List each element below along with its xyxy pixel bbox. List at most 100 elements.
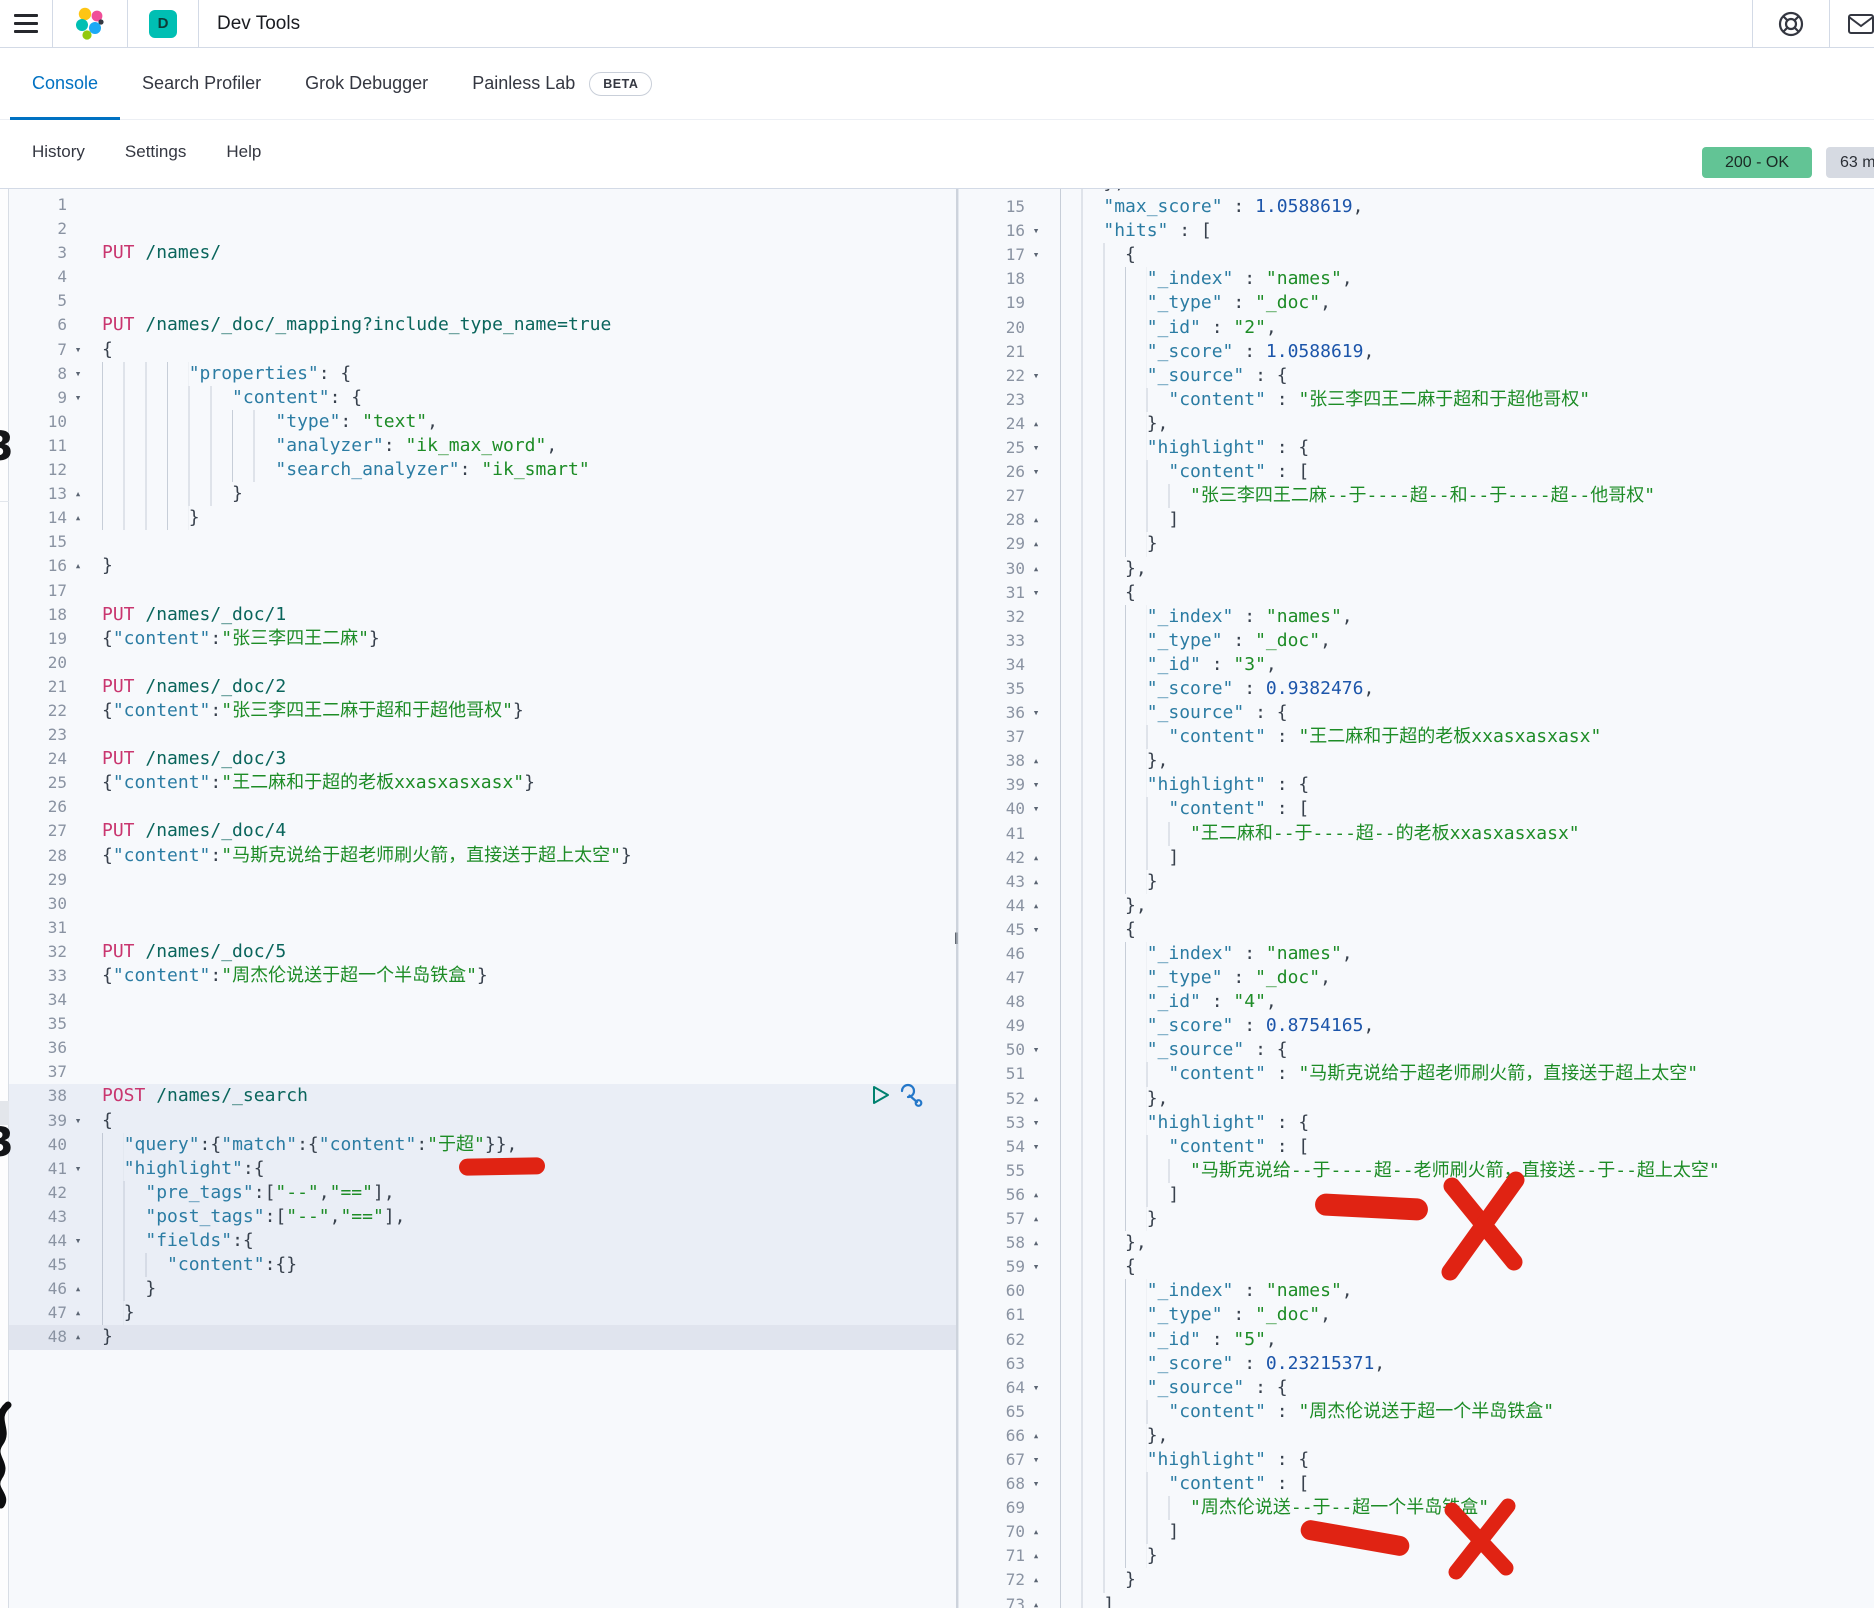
code-line[interactable]: 40▾ "content" : [ <box>959 797 1874 821</box>
fold-closed-icon[interactable]: ▴ <box>67 482 89 506</box>
code-line[interactable]: 34 "_id" : "3", <box>959 653 1874 677</box>
code-line[interactable]: 36 <box>9 1036 956 1060</box>
tab-painless-lab[interactable]: Painless Lab BETA <box>450 48 674 119</box>
code-line[interactable]: 6PUT /names/_doc/_mapping?include_type_n… <box>9 313 956 337</box>
code-line[interactable]: 46 "_index" : "names", <box>959 942 1874 966</box>
code-line[interactable]: 26▾ "content" : [ <box>959 460 1874 484</box>
code-line[interactable]: 9▾ "content": { <box>9 386 956 410</box>
code-line[interactable]: 62 "_id" : "5", <box>959 1328 1874 1352</box>
code-line[interactable]: 2 <box>9 217 956 241</box>
code-line[interactable]: 48▴} <box>9 1325 956 1349</box>
code-line[interactable]: 39▾{ <box>9 1109 956 1133</box>
code-line[interactable]: 40 "query":{"match":{"content":"于超"}}, <box>9 1133 956 1157</box>
code-line[interactable]: 37 <box>9 1060 956 1084</box>
fold-open-icon[interactable]: ▾ <box>67 1157 89 1181</box>
fold-open-icon[interactable]: ▾ <box>1025 701 1047 725</box>
fold-closed-icon[interactable]: ▴ <box>1025 749 1047 773</box>
fold-closed-icon[interactable]: ▴ <box>1025 894 1047 918</box>
code-line[interactable]: 43▴ } <box>959 870 1874 894</box>
code-line[interactable]: 60 "_index" : "names", <box>959 1279 1874 1303</box>
fold-closed-icon[interactable]: ▴ <box>1025 1183 1047 1207</box>
fold-closed-icon[interactable]: ▴ <box>1025 846 1047 870</box>
code-line[interactable]: 32 "_index" : "names", <box>959 605 1874 629</box>
code-line[interactable]: 15 <box>9 530 956 554</box>
code-line[interactable]: 71▴ } <box>959 1544 1874 1568</box>
code-line[interactable]: 28▴ ] <box>959 508 1874 532</box>
code-line[interactable]: 39▾ "highlight" : { <box>959 773 1874 797</box>
fold-closed-icon[interactable]: ▴ <box>1025 1207 1047 1231</box>
code-line[interactable]: 63 "_score" : 0.23215371, <box>959 1352 1874 1376</box>
code-line[interactable]: 23 <box>9 723 956 747</box>
code-line[interactable]: 70▴ ] <box>959 1520 1874 1544</box>
code-line[interactable]: 38▴ }, <box>959 749 1874 773</box>
code-line[interactable]: 25▾ "highlight" : { <box>959 436 1874 460</box>
code-line[interactable]: 42 "pre_tags":["--","=="], <box>9 1181 956 1205</box>
code-line[interactable]: 42▴ ] <box>959 846 1874 870</box>
code-line[interactable]: 20 <box>9 651 956 675</box>
code-line[interactable]: 27 "张三李四王二麻--于----超--和--于----超--他哥权" <box>959 484 1874 508</box>
history-menu[interactable]: History <box>32 142 85 162</box>
code-line[interactable]: 22▾ "_source" : { <box>959 364 1874 388</box>
code-line[interactable]: 47 "_type" : "_doc", <box>959 966 1874 990</box>
code-line[interactable]: 45 "content":{} <box>9 1253 956 1277</box>
code-line[interactable]: 8▾ "properties": { <box>9 362 956 386</box>
code-line[interactable]: 32PUT /names/_doc/5 <box>9 940 956 964</box>
fold-closed-icon[interactable]: ▴ <box>1025 508 1047 532</box>
code-line[interactable]: 57▴ } <box>959 1207 1874 1231</box>
fold-closed-icon[interactable]: ▴ <box>1025 1593 1047 1608</box>
fold-open-icon[interactable]: ▾ <box>1025 581 1047 605</box>
code-line[interactable]: 17▾ { <box>959 243 1874 267</box>
code-line[interactable]: 46▴ } <box>9 1277 956 1301</box>
fold-closed-icon[interactable]: ▴ <box>1025 1544 1047 1568</box>
code-line[interactable]: 11 "analyzer": "ik_max_word", <box>9 434 956 458</box>
code-line[interactable]: 33{"content":"周杰伦说送于超一个半岛铁盒"} <box>9 964 956 988</box>
fold-open-icon[interactable]: ▾ <box>1025 918 1047 942</box>
code-line[interactable]: 17 <box>9 579 956 603</box>
code-line[interactable]: 18PUT /names/_doc/1 <box>9 603 956 627</box>
code-line[interactable]: 37 "content" : "王二麻和于超的老板xxasxasxasx" <box>959 725 1874 749</box>
help-menu-button[interactable] <box>1753 0 1829 48</box>
code-line[interactable]: 64▾ "_source" : { <box>959 1376 1874 1400</box>
code-line[interactable]: 53▾ "highlight" : { <box>959 1111 1874 1135</box>
code-line[interactable]: 15 "max_score" : 1.0588619, <box>959 195 1874 219</box>
fold-closed-icon[interactable]: ▴ <box>67 1301 89 1325</box>
space-switcher[interactable]: D <box>128 0 198 48</box>
code-line[interactable]: 10 "type": "text", <box>9 410 956 434</box>
fold-closed-icon[interactable]: ▴ <box>1025 1087 1047 1111</box>
code-line[interactable]: 18 "_index" : "names", <box>959 267 1874 291</box>
code-line[interactable]: 33 "_type" : "_doc", <box>959 629 1874 653</box>
fold-closed-icon[interactable]: ▴ <box>67 1325 89 1349</box>
code-line[interactable]: 65 "content" : "周杰伦说送于超一个半岛铁盒" <box>959 1400 1874 1424</box>
code-line[interactable]: 52▴ }, <box>959 1087 1874 1111</box>
code-line[interactable]: 30▴ }, <box>959 557 1874 581</box>
code-line[interactable]: 49 "_score" : 0.8754165, <box>959 1014 1874 1038</box>
code-line[interactable]: 67▾ "highlight" : { <box>959 1448 1874 1472</box>
code-line[interactable]: 41 "王二麻和--于----超--的老板xxasxasxasx" <box>959 822 1874 846</box>
fold-open-icon[interactable]: ▾ <box>67 386 89 410</box>
code-line[interactable]: 20 "_id" : "2", <box>959 316 1874 340</box>
code-line[interactable]: 35 "_score" : 0.9382476, <box>959 677 1874 701</box>
code-line[interactable]: 69 "周杰伦说送--于--超一个半岛铁盒" <box>959 1496 1874 1520</box>
fold-open-icon[interactable]: ▾ <box>1025 364 1047 388</box>
fold-closed-icon[interactable]: ▴ <box>1025 532 1047 556</box>
code-line[interactable]: 61 "_type" : "_doc", <box>959 1303 1874 1327</box>
code-line[interactable]: 16▴} <box>9 554 956 578</box>
tab-search-profiler[interactable]: Search Profiler <box>120 48 283 119</box>
code-line[interactable]: 21 "_score" : 1.0588619, <box>959 340 1874 364</box>
elastic-logo-icon[interactable] <box>53 0 127 48</box>
code-line[interactable]: 21PUT /names/_doc/2 <box>9 675 956 699</box>
code-line[interactable]: 31 <box>9 916 956 940</box>
code-line[interactable]: 7▾{ <box>9 338 956 362</box>
code-line[interactable]: 14▴ } <box>9 506 956 530</box>
tab-grok-debugger[interactable]: Grok Debugger <box>283 48 450 119</box>
code-line[interactable]: 24▴ }, <box>959 412 1874 436</box>
fold-open-icon[interactable]: ▾ <box>1025 460 1047 484</box>
fold-closed-icon[interactable]: ▴ <box>1025 870 1047 894</box>
code-line[interactable]: 30 <box>9 892 956 916</box>
fold-open-icon[interactable]: ▾ <box>67 362 89 386</box>
code-line[interactable]: 26 <box>9 795 956 819</box>
code-line[interactable]: 66▴ }, <box>959 1424 1874 1448</box>
fold-closed-icon[interactable]: ▴ <box>1025 1520 1047 1544</box>
code-line[interactable]: 54▾ "content" : [ <box>959 1135 1874 1159</box>
fold-open-icon[interactable]: ▾ <box>1025 1038 1047 1062</box>
